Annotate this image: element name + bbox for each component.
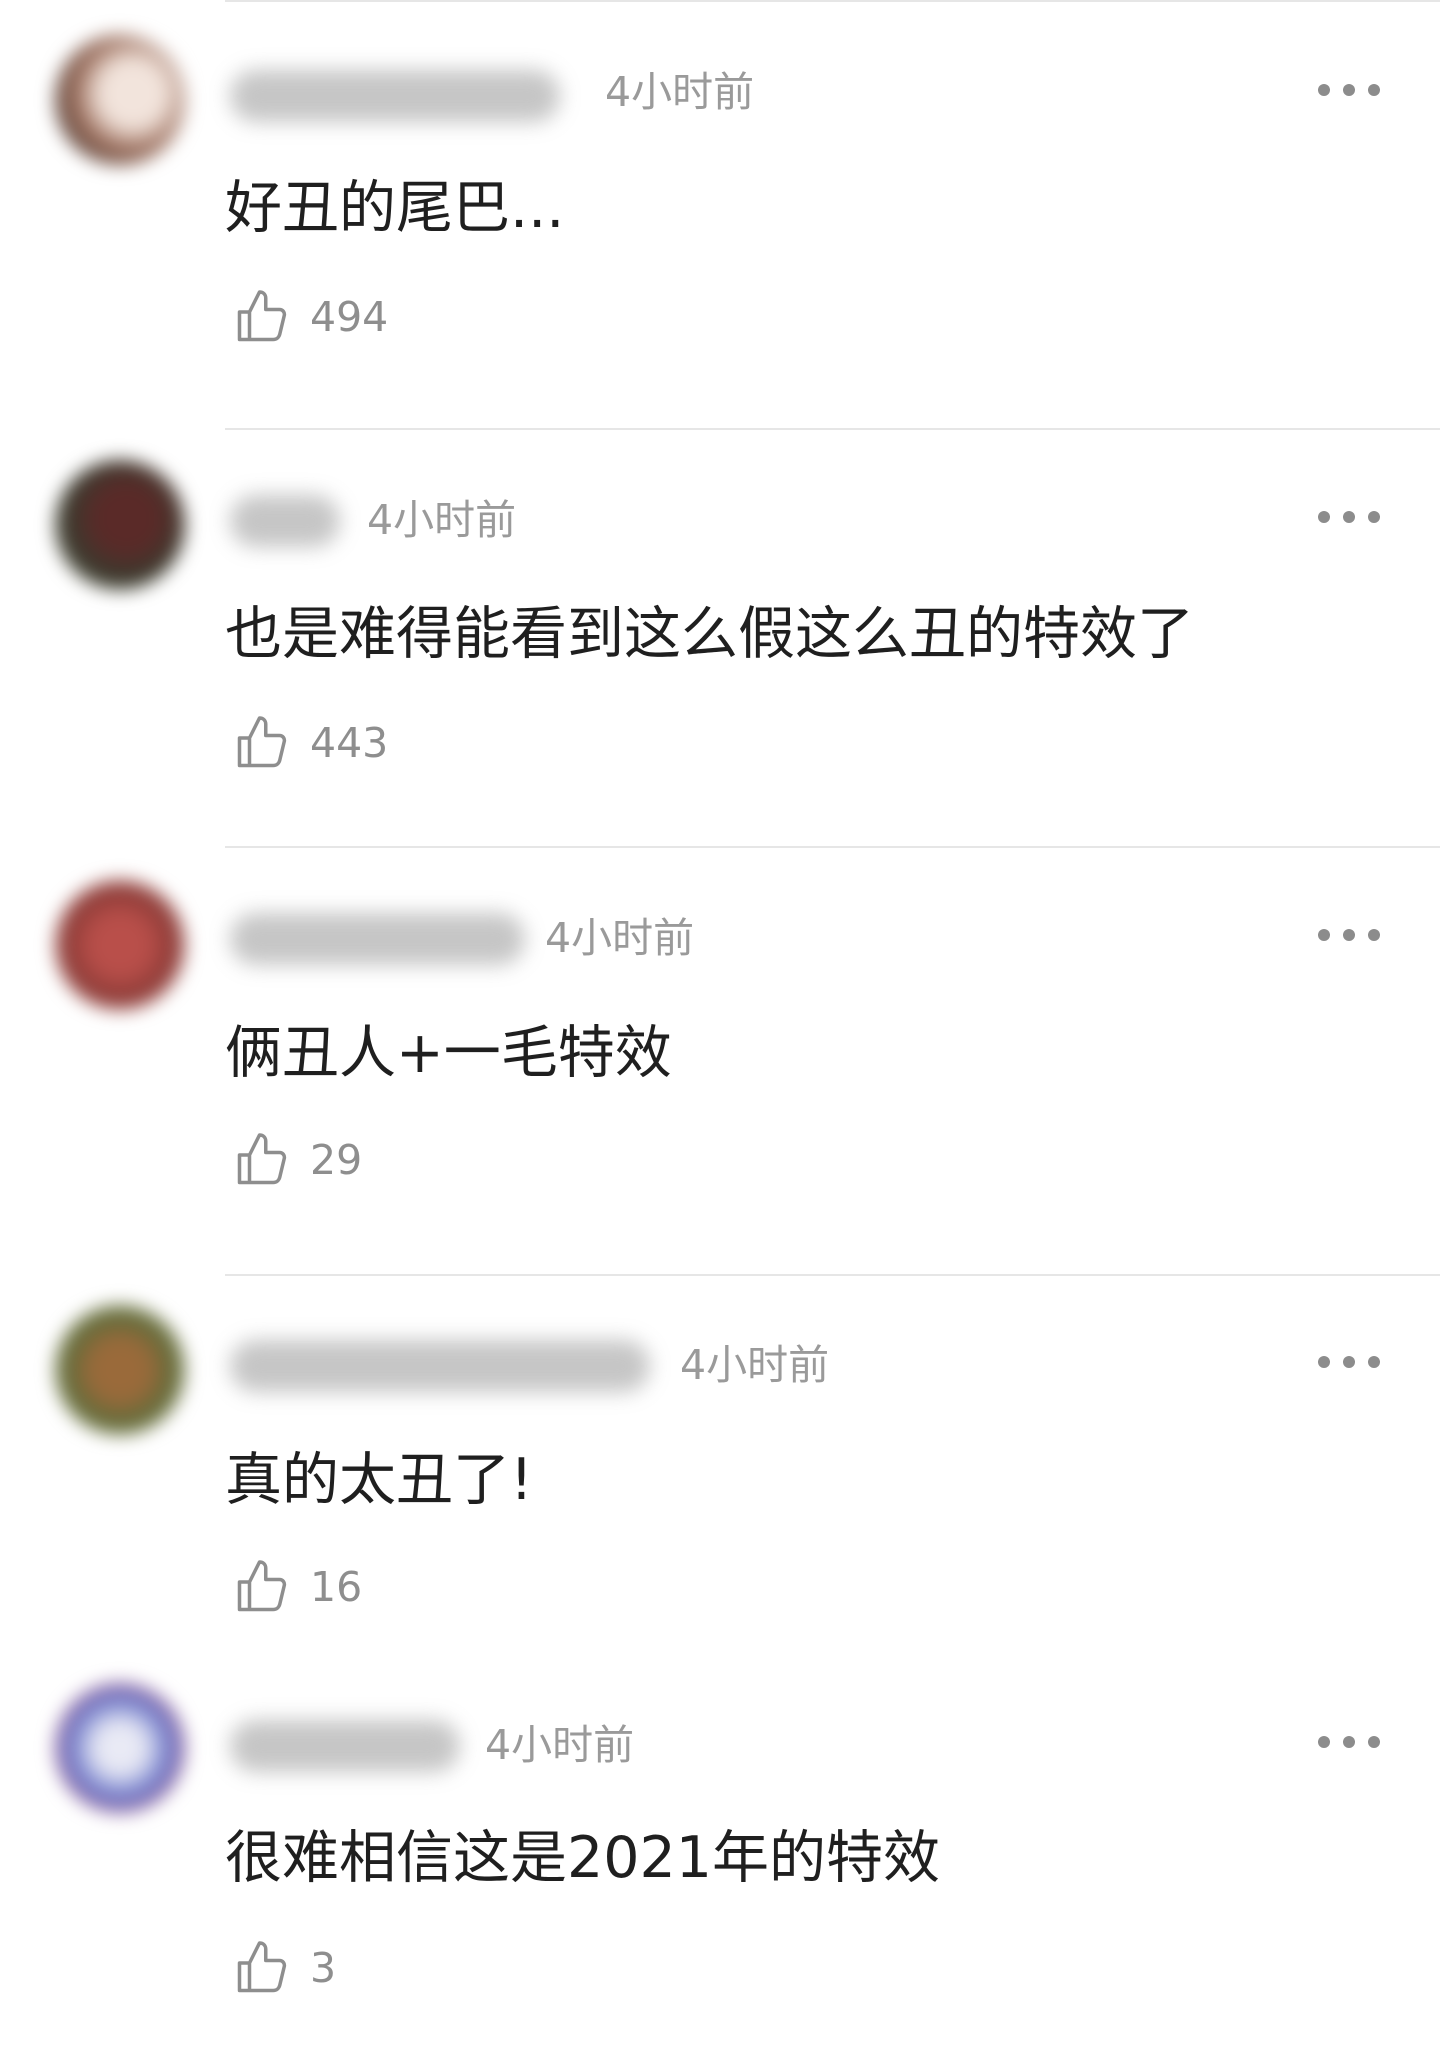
divider (225, 846, 1440, 848)
more-options-icon[interactable] (1318, 1355, 1380, 1369)
thumbs-up-icon (237, 290, 287, 342)
comment-text: 俩丑人+一毛特效 (225, 1020, 672, 1086)
avatar[interactable] (55, 880, 185, 1010)
comment-text: 很难相信这是2021年的特效 (225, 1825, 941, 1891)
more-options-icon[interactable] (1318, 928, 1380, 942)
username-redacted[interactable] (230, 1720, 460, 1772)
username-redacted[interactable] (230, 913, 525, 965)
thumbs-up-icon (237, 1941, 287, 1993)
like-button[interactable]: 443 (232, 713, 388, 773)
like-button[interactable]: 3 (232, 1938, 336, 1998)
comment-text: 也是难得能看到这么假这么丑的特效了 (225, 601, 1194, 667)
comment-time: 4小时前 (605, 68, 755, 116)
avatar[interactable] (55, 1305, 185, 1435)
comment-text: 好丑的尾巴... (225, 175, 565, 241)
username-redacted[interactable] (230, 495, 340, 547)
divider (225, 1274, 1440, 1276)
like-count: 494 (310, 292, 389, 341)
like-button[interactable]: 494 (232, 287, 388, 347)
divider (225, 0, 1440, 2)
thumbs-up-icon (237, 1560, 287, 1612)
thumbs-up-icon (237, 1133, 287, 1185)
avatar[interactable] (55, 1683, 185, 1813)
like-count: 3 (310, 1943, 337, 1992)
username-redacted[interactable] (230, 1340, 650, 1392)
like-button[interactable]: 29 (232, 1130, 362, 1190)
comment-time: 4小时前 (680, 1341, 830, 1389)
like-count: 29 (310, 1135, 363, 1184)
comment-list: 4小时前 好丑的尾巴... 494 4小时前 也是难得能看到这么假这么丑的特效了… (0, 0, 1440, 2049)
like-button[interactable]: 16 (232, 1557, 362, 1617)
comment-time: 4小时前 (545, 914, 695, 962)
avatar[interactable] (55, 35, 185, 165)
comment-text: 真的太丑了! (225, 1447, 533, 1513)
avatar[interactable] (55, 460, 185, 590)
thumbs-up-icon (237, 716, 287, 768)
comment-time: 4小时前 (485, 1721, 635, 1769)
more-options-icon[interactable] (1318, 1735, 1380, 1749)
comment-time: 4小时前 (367, 496, 517, 544)
like-count: 16 (310, 1562, 363, 1611)
like-count: 443 (310, 718, 389, 767)
divider (225, 428, 1440, 430)
more-options-icon[interactable] (1318, 83, 1380, 97)
username-redacted[interactable] (230, 70, 560, 122)
more-options-icon[interactable] (1318, 510, 1380, 524)
